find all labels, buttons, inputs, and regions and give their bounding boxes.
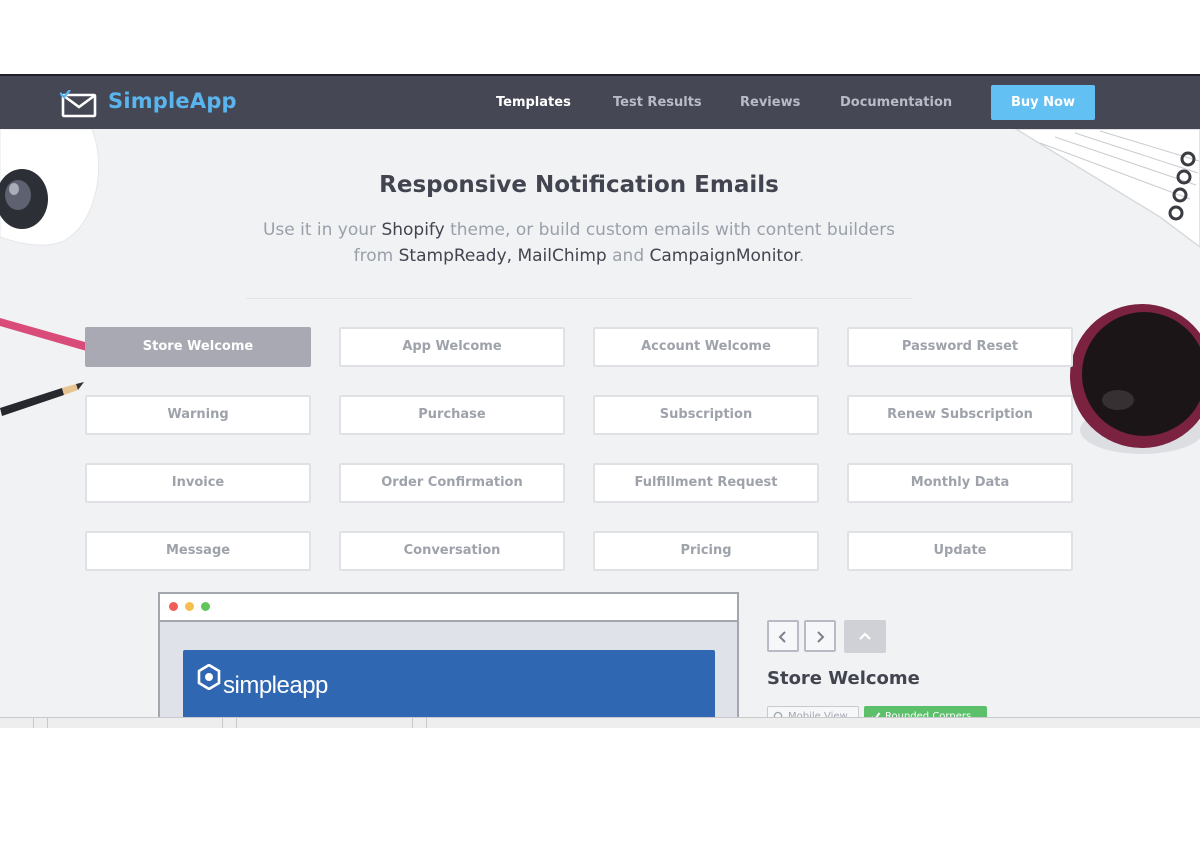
scroll-up-button[interactable] bbox=[844, 620, 886, 653]
template-subscription[interactable]: Subscription bbox=[593, 395, 819, 435]
top-navbar: SimpleApp Templates Test Results Reviews… bbox=[0, 74, 1200, 129]
sub-text: from bbox=[353, 246, 399, 266]
pencil-black-decoration bbox=[0, 382, 84, 416]
status-bar-segment bbox=[222, 718, 223, 728]
status-bar-segment bbox=[426, 718, 427, 728]
page-title: Responsive Notification Emails bbox=[379, 172, 779, 198]
nav-templates[interactable]: Templates bbox=[496, 95, 571, 110]
sub-text: and bbox=[606, 246, 650, 266]
coffee-cup-decoration bbox=[1070, 304, 1200, 454]
brand-name[interactable]: SimpleApp bbox=[108, 89, 237, 113]
maximize-dot-icon bbox=[201, 602, 210, 611]
template-warning[interactable]: Warning bbox=[85, 395, 311, 435]
template-password-reset[interactable]: Password Reset bbox=[847, 327, 1073, 367]
stampready-highlight: StampReady bbox=[398, 246, 507, 266]
template-store-welcome[interactable]: Store Welcome bbox=[85, 327, 311, 367]
template-renew-subscription[interactable]: Renew Subscription bbox=[847, 395, 1073, 435]
sub-text: theme, or build custom emails with conte… bbox=[444, 220, 896, 240]
nav-reviews[interactable]: Reviews bbox=[740, 95, 800, 110]
nav-test-results[interactable]: Test Results bbox=[613, 95, 702, 110]
close-dot-icon bbox=[169, 602, 178, 611]
prev-template-button[interactable] bbox=[767, 620, 799, 652]
template-order-confirmation[interactable]: Order Confirmation bbox=[339, 463, 565, 503]
chevron-right-icon bbox=[817, 631, 825, 643]
status-bar-segment bbox=[412, 718, 413, 728]
hero-divider bbox=[246, 298, 912, 299]
chevron-up-icon bbox=[859, 632, 871, 640]
campaignmonitor-highlight: CampaignMonitor bbox=[649, 246, 799, 266]
next-template-button[interactable] bbox=[804, 620, 836, 652]
hero-subtitle-line-2: from StampReady, MailChimp and CampaignM… bbox=[0, 246, 1158, 266]
app-window: SimpleApp Templates Test Results Reviews… bbox=[0, 74, 1200, 728]
hero-subtitle-line-1: Use it in your Shopify theme, or build c… bbox=[0, 220, 1158, 240]
template-purchase[interactable]: Purchase bbox=[339, 395, 565, 435]
buy-now-button[interactable]: Buy Now bbox=[991, 85, 1095, 120]
chevron-left-icon bbox=[778, 631, 786, 643]
status-bar-segment bbox=[236, 718, 237, 728]
selected-template-title: Store Welcome bbox=[767, 668, 920, 689]
status-bar bbox=[0, 717, 1200, 728]
email-logo-text: simpleapp bbox=[223, 672, 328, 699]
minimize-dot-icon bbox=[185, 602, 194, 611]
shopify-highlight: Shopify bbox=[381, 220, 445, 240]
status-bar-segment bbox=[33, 718, 34, 728]
sub-text: , bbox=[506, 246, 518, 266]
sub-text: Use it in your bbox=[262, 220, 382, 240]
template-monthly-data[interactable]: Monthly Data bbox=[847, 463, 1073, 503]
status-bar-segment bbox=[47, 718, 48, 728]
template-conversation[interactable]: Conversation bbox=[339, 531, 565, 571]
envelope-check-icon[interactable] bbox=[60, 90, 98, 118]
template-pricing[interactable]: Pricing bbox=[593, 531, 819, 571]
template-message[interactable]: Message bbox=[85, 531, 311, 571]
template-app-welcome[interactable]: App Welcome bbox=[339, 327, 565, 367]
template-account-welcome[interactable]: Account Welcome bbox=[593, 327, 819, 367]
template-invoice[interactable]: Invoice bbox=[85, 463, 311, 503]
template-fulfillment-request[interactable]: Fulfillment Request bbox=[593, 463, 819, 503]
hexagon-logo-icon bbox=[197, 664, 221, 690]
preview-titlebar bbox=[160, 594, 737, 622]
template-update[interactable]: Update bbox=[847, 531, 1073, 571]
email-preview-window: simpleapp bbox=[158, 592, 739, 728]
sub-text: . bbox=[798, 246, 805, 266]
mailchimp-highlight: MailChimp bbox=[517, 246, 607, 266]
nav-documentation[interactable]: Documentation bbox=[840, 95, 952, 110]
